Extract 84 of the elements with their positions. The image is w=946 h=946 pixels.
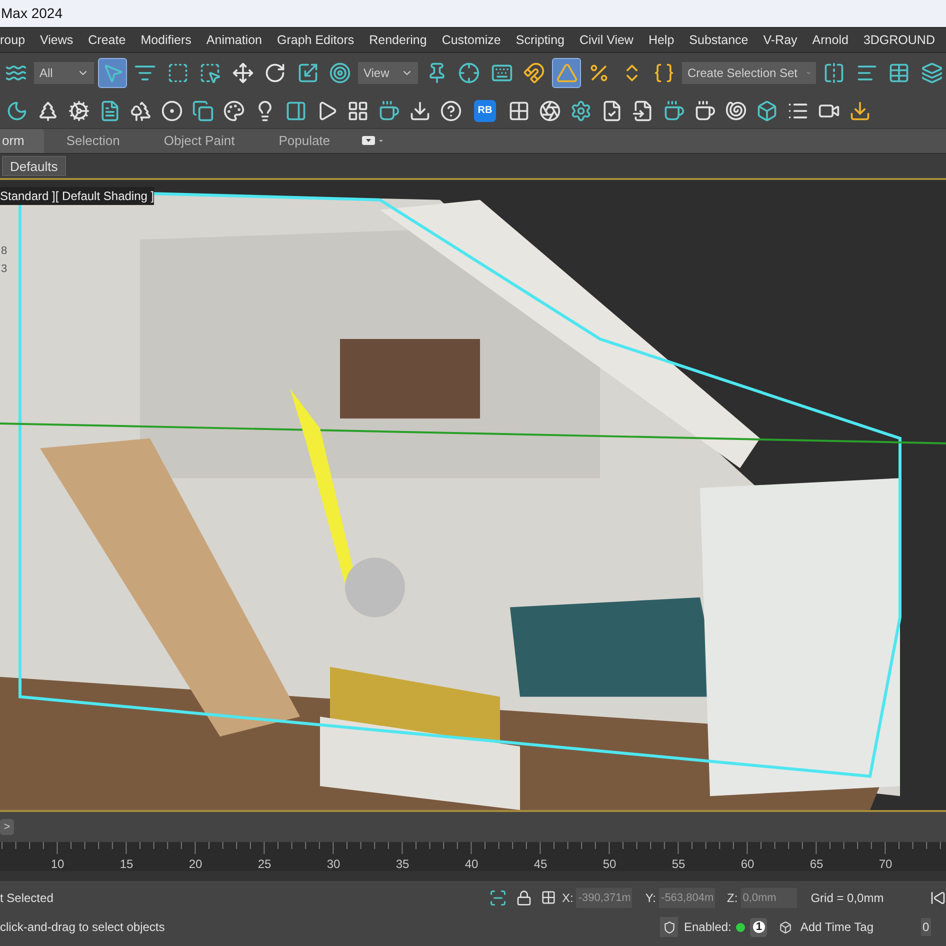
frame-number: 55 — [670, 856, 686, 873]
cube-icon — [779, 920, 792, 934]
ribbon-tab[interactable]: Selection — [44, 129, 142, 153]
layer-explorer-icon — [920, 62, 943, 84]
menu-item[interactable]: Customize — [442, 30, 501, 50]
selection-status: t Selected — [0, 890, 54, 906]
window-crossing-icon — [199, 62, 222, 84]
ribbon-tab[interactable]: Object Paint — [142, 129, 257, 153]
panel-icon — [285, 100, 307, 122]
security-button[interactable] — [660, 917, 678, 937]
y-label: Y: — [645, 890, 656, 906]
toolbar-button[interactable] — [98, 58, 128, 88]
tree-card-icon — [130, 100, 152, 122]
help-icon — [440, 100, 462, 122]
list-document-icon — [99, 100, 121, 122]
moon-icon — [6, 100, 28, 122]
frame-number: 65 — [808, 856, 824, 873]
ring-icon — [161, 100, 183, 122]
rotate-icon — [264, 62, 286, 84]
download-icon — [409, 100, 431, 122]
toolbar-dropdown[interactable]: View — [358, 62, 418, 84]
frame-number: 15 — [118, 856, 134, 873]
ribbon-tab[interactable]: orm — [0, 129, 44, 153]
frame-number: 10 — [50, 856, 66, 873]
move-icon — [232, 62, 254, 84]
frame-number: 30 — [326, 856, 342, 873]
timeline-ruler[interactable]: 10 15 20 25 30 35 40 45 50 55 60 65 70 — [0, 842, 946, 871]
frame-number: 40 — [464, 856, 480, 873]
frame-number: 50 — [602, 856, 618, 873]
x-label: X: — [562, 890, 574, 906]
frame-number: 25 — [256, 856, 272, 873]
window-title: Max 2024 — [0, 4, 62, 23]
viewport-label[interactable]: Standard ][ Default Shading ] — [0, 187, 154, 205]
menu-item[interactable]: 3DGROUND — [863, 30, 935, 50]
time-slider-next-button[interactable]: > — [0, 819, 14, 835]
frame-number: 70 — [878, 856, 894, 873]
frame-number: 45 — [532, 856, 548, 873]
count-number: 1 — [752, 921, 765, 933]
menu-item[interactable]: roup — [0, 30, 26, 50]
frame-number: 35 — [394, 856, 410, 873]
palette-icon — [223, 100, 245, 122]
prompt-text: click-and-drag to select objects — [0, 919, 166, 936]
menu-item[interactable]: Graph Editors — [277, 30, 354, 50]
rectangle-region-icon — [166, 62, 189, 84]
aperture-icon — [539, 100, 561, 122]
menu-item[interactable]: Views — [40, 30, 74, 50]
viewport-grid-icon — [347, 100, 369, 122]
menu-item[interactable]: V-Ray — [763, 30, 798, 50]
grid-size: Grid = 0,0mm — [810, 890, 884, 906]
toolbar-dropdown[interactable]: Create Selection Set — [682, 62, 816, 84]
menu-item[interactable]: Substance — [689, 30, 748, 50]
tree-icon — [37, 100, 59, 122]
frame-number: 20 — [188, 856, 204, 873]
file-import-icon — [632, 100, 654, 122]
menu-item[interactable]: Rendering — [369, 30, 427, 50]
lock-icon[interactable] — [516, 890, 532, 906]
ribbon-tab[interactable]: Populate — [256, 129, 352, 153]
keyboard-icon — [490, 62, 513, 84]
menu-item[interactable]: Create — [88, 30, 126, 50]
add-time-tag-button[interactable]: Add Time Tag — [800, 918, 874, 936]
scale-icon — [296, 62, 319, 84]
shield-icon — [662, 920, 676, 934]
viewport-stat: 3 — [1, 262, 8, 276]
go-to-start-icon[interactable] — [930, 890, 946, 906]
ribbon-panel-button[interactable]: Defaults — [2, 156, 66, 176]
menu-item[interactable]: Scripting — [516, 30, 564, 50]
menu-item[interactable]: Civil View — [580, 30, 634, 50]
menu-item[interactable]: Help — [648, 30, 674, 50]
file-check-icon — [601, 100, 623, 122]
mirror-icon — [823, 62, 846, 84]
toolbar-dropdown[interactable]: All — [34, 62, 94, 84]
menu-item[interactable]: Arnold — [812, 30, 848, 50]
message-icon — [362, 135, 384, 147]
menu-item[interactable]: Modifiers — [140, 30, 192, 50]
z-label: Z: — [727, 890, 738, 906]
enabled-label: Enabled: — [684, 919, 732, 936]
menu-item[interactable]: Animation — [206, 30, 262, 50]
frame-number: 60 — [740, 856, 756, 873]
frame-field[interactable]: 0 — [920, 918, 932, 936]
isolate-icon[interactable] — [489, 888, 507, 906]
gear-icon — [68, 100, 90, 122]
viewport-stat: 8 — [1, 244, 8, 258]
toolbar-button[interactable]: RB — [474, 100, 496, 122]
viewport[interactable]: Standard ][ Default Shading ] 8 3 — [0, 180, 946, 810]
